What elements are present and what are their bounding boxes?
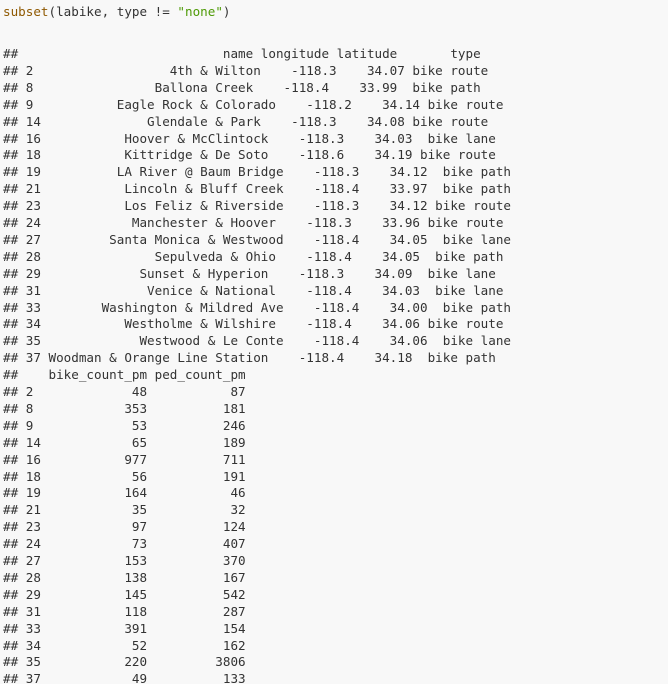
output-row: ## 28 138 167 — [3, 569, 246, 585]
code-line: subset(labike, type != "none") — [3, 3, 231, 20]
output-row: ## 35 220 3806 — [3, 654, 246, 670]
output-row: ## 18 56 191 — [3, 468, 246, 484]
output-header-2: ## bike_count_pm ped_count_pm — [3, 367, 246, 383]
output-row: ## 18 Kittridge & De Soto -118.6 34.19 b… — [3, 147, 496, 163]
output-row: ## 33 Washington & Mildred Ave -118.4 34… — [3, 299, 511, 315]
function-name: subset — [3, 4, 49, 19]
output-row: ## 2 48 87 — [3, 384, 246, 399]
output-row: ## 14 Glendale & Park -118.3 34.08 bike … — [3, 113, 489, 129]
output-header-1: ## name longitude latitude type — [3, 46, 481, 61]
output-row: ## 27 153 370 — [3, 553, 246, 568]
output-row: ## 19 164 46 — [3, 485, 246, 501]
output-row: ## 27 Santa Monica & Westwood -118.4 34.… — [3, 231, 511, 247]
output-row: ## 28 Sepulveda & Ohio -118.4 34.05 bike… — [3, 248, 504, 264]
output-row: ## 19 LA River @ Baum Bridge -118.3 34.1… — [3, 164, 511, 180]
output-row: ## 9 53 246 — [3, 417, 246, 433]
output-row: ## 16 977 711 — [3, 451, 246, 467]
output-row: ## 34 Westholme & Wilshire -118.4 34.06 … — [3, 316, 504, 332]
output-row: ## 21 Lincoln & Bluff Creek -118.4 33.97… — [3, 181, 511, 197]
output-row: ## 24 73 407 — [3, 536, 246, 552]
function-args: (labike, type != — [48, 4, 178, 19]
output-row: ## 8 Ballona Creek -118.4 33.99 bike pat… — [3, 79, 481, 95]
output-row: ## 37 49 133 — [3, 671, 246, 687]
output-row: ## 14 65 189 — [3, 434, 246, 450]
output-row: ## 8 353 181 — [3, 400, 246, 416]
output-row: ## 16 Hoover & McClintock -118.3 34.03 b… — [3, 130, 496, 146]
output-row: ## 23 97 124 — [3, 519, 246, 535]
output-row: ## 23 Los Feliz & Riverside -118.3 34.12… — [3, 198, 511, 214]
output-row: ## 34 52 162 — [3, 637, 246, 653]
output-row: ## 2 4th & Wilton -118.3 34.07 bike rout… — [3, 62, 489, 78]
string-literal: "none" — [177, 4, 223, 19]
code-block: subset(labike, type != "none") ## name l… — [0, 0, 668, 687]
output-row: ## 9 Eagle Rock & Colorado -118.2 34.14 … — [3, 96, 504, 112]
output-row: ## 29 Sunset & Hyperion -118.3 34.09 bik… — [3, 265, 496, 281]
output-row: ## 35 Westwood & Le Conte -118.4 34.06 b… — [3, 333, 511, 349]
function-close: ) — [222, 4, 231, 19]
output-row: ## 29 145 542 — [3, 586, 246, 602]
output-row: ## 31 Venice & National -118.4 34.03 bik… — [3, 282, 504, 298]
output-row: ## 31 118 287 — [3, 603, 246, 619]
output-row: ## 37 Woodman & Orange Line Station -118… — [3, 350, 496, 366]
output-row: ## 24 Manchester & Hoover -118.3 33.96 b… — [3, 215, 504, 230]
output-row: ## 33 391 154 — [3, 620, 246, 636]
output-row: ## 21 35 32 — [3, 502, 246, 518]
